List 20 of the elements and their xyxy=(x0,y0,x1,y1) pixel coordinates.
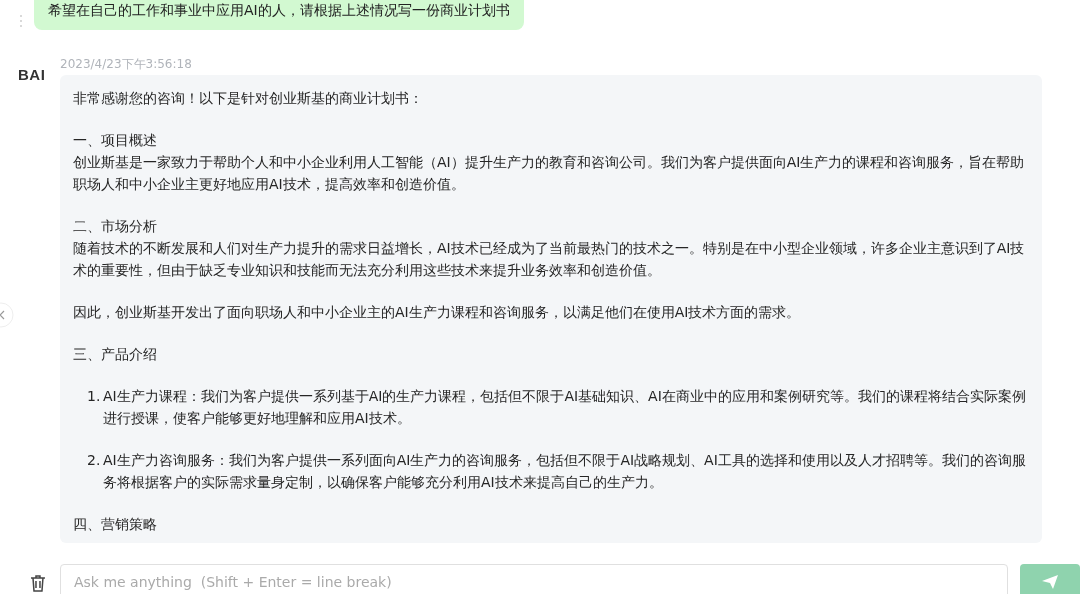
message-text: 非常感谢您的咨询！以下是针对创业斯基的商业计划书： xyxy=(73,89,424,108)
message-text: 二、市场分析 xyxy=(73,217,158,236)
trash-icon[interactable] xyxy=(28,573,48,593)
message-text: 三、产品介绍 xyxy=(73,345,158,364)
message-input[interactable]: Ask me anything (Shift + Enter = line break) xyxy=(59,564,1009,594)
list-number: 1. xyxy=(87,387,102,406)
send-icon xyxy=(1041,574,1060,590)
list-number: 2. xyxy=(87,451,102,470)
user-message: 希望在自己的工作和事业中应用AI的人，请根据上述情况写一份商业计划书 xyxy=(34,0,524,30)
message-text: 四、营销策略 xyxy=(73,515,158,534)
send-button[interactable] xyxy=(1020,564,1080,594)
message-text: 一、项目概述 xyxy=(73,131,158,150)
list-item-text: AI生产力咨询服务：我们为客户提供一系列面向AI生产力的咨询服务，包括但不限于AI战略规划、AI工具的选择和使用以及人才招聘等。我们的咨询服务将根据客户的实际需求量身定制，以确保客户能够充分利用AI技术来提高自己的生产力。 xyxy=(103,451,1027,492)
assistant-avatar: BAI xyxy=(18,66,47,85)
list-item-text: AI生产力课程：我们为客户提供一系列基于AI的生产力课程，包括但不限于AI基础知识、AI在商业中的应用和案例研究等。我们的课程将结合实际案例进行授课，使客户能够更好地理解和应用AI技术。 xyxy=(103,387,1027,428)
drag-handle-icon[interactable] xyxy=(18,14,24,28)
message-text: 创业斯基是一家致力于帮助个人和中小企业利用人工智能（AI）提升生产力的教育和咨询公司。我们为客户提供面向AI生产力的课程和咨询服务，旨在帮助职场人和中小企业主更好地应用AI技术，提高效率和创造价值。 xyxy=(73,153,1026,194)
message-text: 随着技术的不断发展和人们对生产力提升的需求日益增长，AI技术已经成为了当前最热门的技术之一。特别是在中小型企业领域，许多企业主意识到了AI技术的重要性，但由于缺乏专业知识和技能而无法充分利用这些技术来提升业务效率和创造价值。 xyxy=(73,239,1026,280)
message-timestamp: 2023/4/23下午3:56:18 xyxy=(60,56,193,73)
message-text: 因此，创业斯基开发出了面向职场人和中小企业主的AI生产力课程和咨询服务，以满足他们在使用AI技术方面的需求。 xyxy=(73,303,802,322)
